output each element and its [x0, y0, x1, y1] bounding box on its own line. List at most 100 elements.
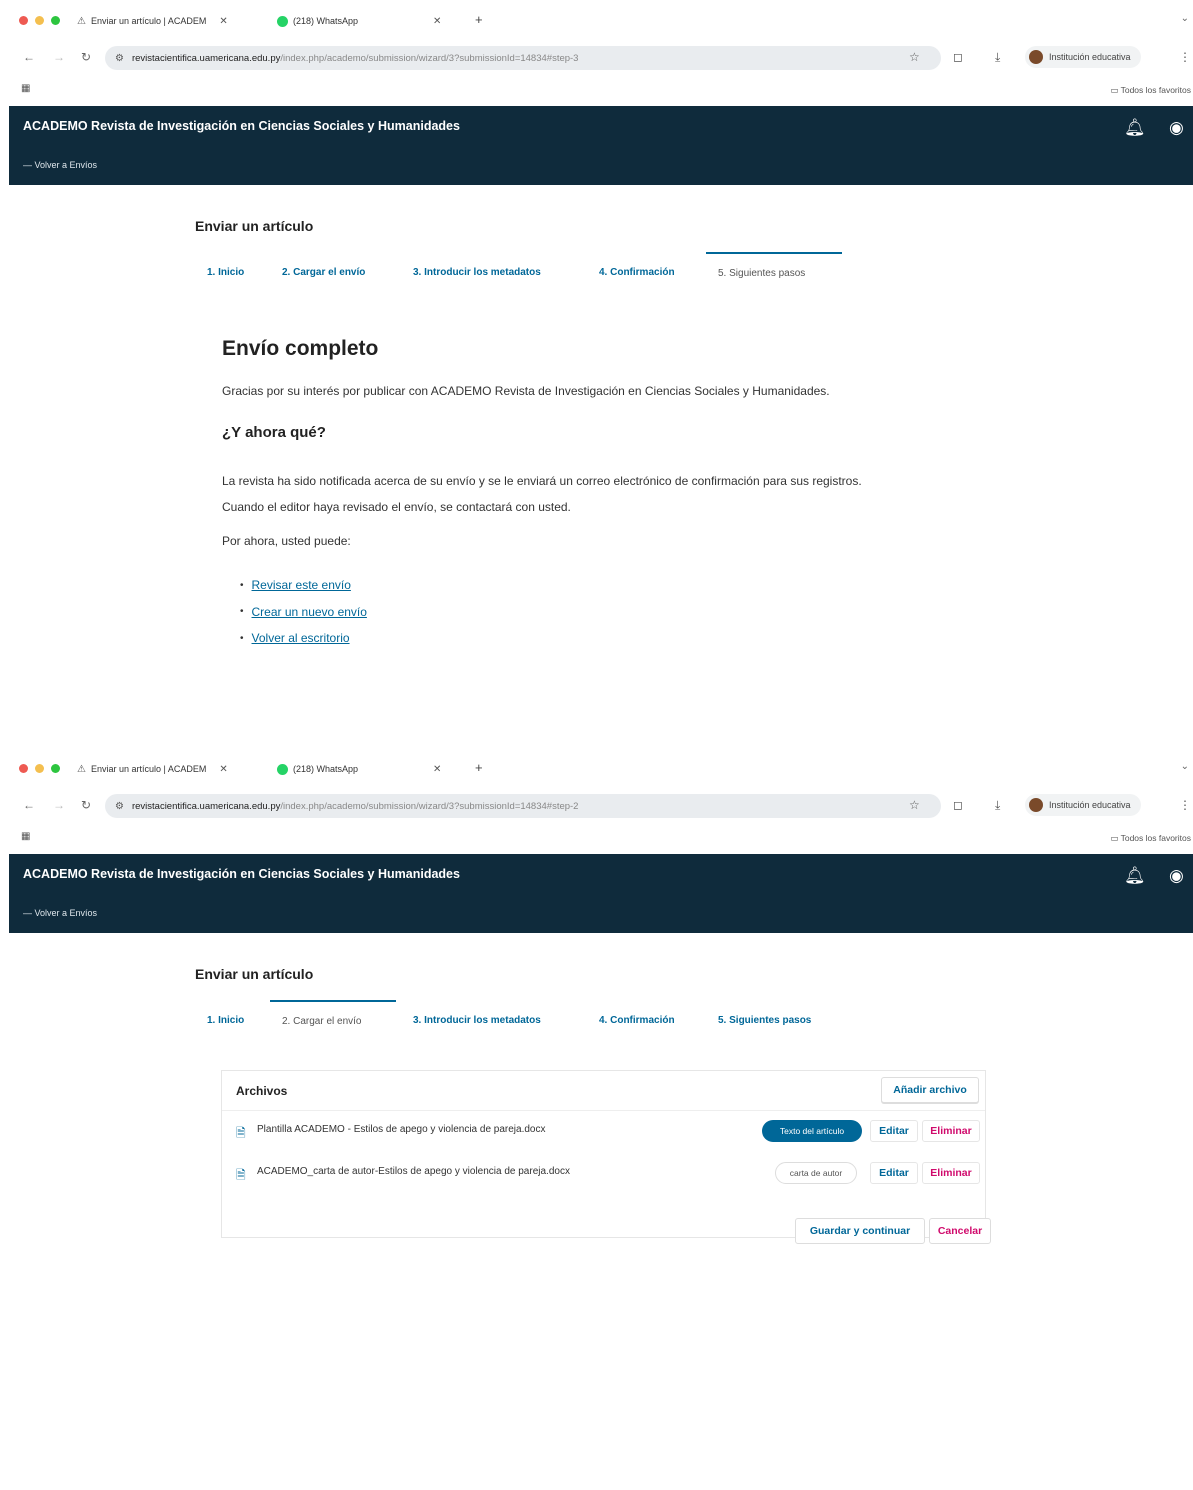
profile-chip[interactable]: Institución educativa	[1025, 794, 1141, 816]
profile-chip[interactable]: Institución educativa	[1025, 46, 1141, 68]
bookmark-star-icon[interactable]: ☆	[909, 50, 920, 64]
site-header: ACADEMO Revista de Investigación en Cien…	[9, 854, 1193, 933]
close-tab-icon[interactable]: ✕	[219, 16, 227, 27]
menu-kebab-icon[interactable]: ⋮	[1179, 798, 1191, 812]
page-title: Enviar un artículo	[195, 218, 314, 234]
user-icon[interactable]: ◉	[1169, 118, 1184, 138]
download-icon[interactable]: ⤓	[995, 798, 1000, 813]
maximize-window-icon[interactable]	[51, 16, 60, 25]
close-window-icon[interactable]	[19, 16, 28, 25]
file-name[interactable]: ACADEMO_carta de autor-Estilos de apego …	[257, 1166, 570, 1177]
back-arrow-icon[interactable]: ←	[23, 50, 35, 64]
file-type-badge: Texto del artículo	[762, 1120, 862, 1142]
url-input[interactable]: ⚙ revistacientifica.uamericana.edu.py /i…	[105, 794, 941, 818]
browser-tab-whatsapp[interactable]: (218) WhatsApp ✕	[277, 12, 441, 30]
tab-confirmacion[interactable]: 4. Confirmación	[587, 252, 687, 292]
url-path: /index.php/academo/submission/wizard/3?s…	[280, 52, 579, 64]
list-item: • Volver al escritorio	[240, 625, 367, 652]
tab-cargar-envio[interactable]: 2. Cargar el envío	[270, 252, 377, 292]
browser-tab-whatsapp[interactable]: (218) WhatsApp ✕	[277, 760, 441, 778]
user-icon[interactable]: ◉	[1169, 866, 1184, 886]
edit-file-button[interactable]: Editar	[870, 1162, 918, 1184]
apps-grid-icon[interactable]: ▦	[21, 831, 30, 842]
all-bookmarks-label: Todos los favoritos	[1120, 833, 1191, 843]
tab-inicio[interactable]: 1. Inicio	[195, 252, 256, 292]
all-bookmarks-folder[interactable]: ▭ Todos los favoritos	[1110, 85, 1191, 96]
extensions-icon[interactable]: ◻	[953, 798, 963, 812]
back-to-submissions-link[interactable]: — Volver a Envíos	[23, 908, 97, 918]
bookmark-star-icon[interactable]: ☆	[909, 798, 920, 812]
maximize-window-icon[interactable]	[51, 764, 60, 773]
apps-grid-icon[interactable]: ▦	[21, 83, 30, 94]
delete-file-button[interactable]: Eliminar	[922, 1162, 980, 1184]
bookmarks-bar: ▦ ▭ Todos los favoritos	[9, 830, 1193, 848]
site-title: ACADEMO Revista de Investigación en Cien…	[23, 867, 460, 881]
all-bookmarks-folder[interactable]: ▭ Todos los favoritos	[1110, 833, 1191, 844]
chevron-down-icon[interactable]: ⌄	[1181, 761, 1189, 772]
table-row: 🗎 Plantilla ACADEMO - Estilos de apego y…	[222, 1111, 985, 1151]
bullet: •	[240, 606, 244, 618]
file-name[interactable]: Plantilla ACADEMO - Estilos de apego y v…	[257, 1124, 545, 1135]
download-icon[interactable]: ⤓	[995, 50, 1000, 65]
chevron-down-icon[interactable]: ⌄	[1181, 13, 1189, 24]
tab-siguientes-pasos[interactable]: 5. Siguientes pasos	[706, 1000, 823, 1040]
tab-confirmacion[interactable]: 4. Confirmación	[587, 1000, 687, 1040]
bullet: •	[240, 579, 244, 591]
minimize-window-icon[interactable]	[35, 16, 44, 25]
address-bar: ← → ↻ ⚙ revistacientifica.uamericana.edu…	[9, 44, 1193, 72]
new-submission-link[interactable]: Crear un nuevo envío	[252, 605, 367, 619]
extensions-icon[interactable]: ◻	[953, 50, 963, 64]
profile-label: Institución educativa	[1049, 52, 1131, 62]
new-tab-icon[interactable]: +	[475, 760, 483, 775]
completion-panel: Envío completo Gracias por su interés po…	[195, 292, 1017, 688]
add-file-button[interactable]: Añadir archivo	[881, 1077, 979, 1103]
tab-metadatos[interactable]: 3. Introducir los metadatos	[401, 1000, 553, 1040]
url-host: revistacientifica.uamericana.edu.py	[131, 52, 281, 64]
tab-title: Enviar un artículo | ACADEM	[90, 16, 207, 26]
forward-arrow-icon[interactable]: →	[53, 50, 65, 64]
reload-icon[interactable]: ↻	[81, 50, 91, 64]
thanks-text: Gracias por su interés por publicar con …	[222, 384, 830, 398]
review-submission-link[interactable]: Revisar este envío	[252, 578, 351, 592]
bookmarks-bar: ▦ ▭ Todos los favoritos	[9, 82, 1193, 100]
bell-icon[interactable]: 🔔︎	[1124, 866, 1146, 886]
back-to-submissions-link[interactable]: — Volver a Envíos	[23, 160, 97, 170]
bell-icon[interactable]: 🔔︎	[1124, 118, 1146, 138]
url-input[interactable]: ⚙ revistacientifica.uamericana.edu.py /i…	[105, 46, 941, 70]
notified-line: Cuando el editor haya revisado el envío,…	[222, 500, 571, 514]
forward-arrow-icon[interactable]: →	[53, 798, 65, 812]
delete-file-button[interactable]: Eliminar	[922, 1120, 980, 1142]
files-grid: Archivos Añadir archivo 🗎 Plantilla ACAD…	[221, 1070, 986, 1238]
file-icon: 🗎	[236, 1126, 246, 1140]
wizard-tabs: 1. Inicio 2. Cargar el envío 3. Introduc…	[195, 1000, 855, 1040]
site-settings-icon[interactable]: ⚙	[115, 801, 124, 812]
tab-siguientes-pasos[interactable]: 5. Siguientes pasos	[706, 252, 842, 292]
close-window-icon[interactable]	[19, 764, 28, 773]
save-continue-button[interactable]: Guardar y continuar	[795, 1218, 925, 1244]
reload-icon[interactable]: ↻	[81, 798, 91, 812]
tab-metadatos[interactable]: 3. Introducir los metadatos	[401, 252, 553, 292]
close-tab-icon[interactable]: ✕	[433, 764, 441, 775]
site-settings-icon[interactable]: ⚙	[115, 53, 124, 64]
browser-tab-active[interactable]: ⚠ Enviar un artículo | ACADEM ✕	[77, 12, 228, 30]
dashboard-link[interactable]: Volver al escritorio	[252, 631, 350, 645]
browser-tab-bar: ⚠ Enviar un artículo | ACADEM ✕ (218) Wh…	[9, 10, 1193, 32]
back-arrow-icon[interactable]: ←	[23, 798, 35, 812]
list-item: • Revisar este envío	[240, 572, 367, 599]
site-header: ACADEMO Revista de Investigación en Cien…	[9, 106, 1193, 185]
close-tab-icon[interactable]: ✕	[219, 764, 227, 775]
url-host: revistacientifica.uamericana.edu.py	[131, 800, 281, 812]
url-path: /index.php/academo/submission/wizard/3?s…	[280, 800, 579, 812]
tab-cargar-envio[interactable]: 2. Cargar el envío	[270, 1000, 396, 1040]
browser-tab-active[interactable]: ⚠ Enviar un artículo | ACADEM ✕	[77, 760, 228, 778]
menu-kebab-icon[interactable]: ⋮	[1179, 50, 1191, 64]
new-tab-icon[interactable]: +	[475, 12, 483, 27]
minimize-window-icon[interactable]	[35, 764, 44, 773]
close-tab-icon[interactable]: ✕	[433, 16, 441, 27]
file-icon: 🗎	[236, 1168, 246, 1182]
tab-inicio[interactable]: 1. Inicio	[195, 1000, 256, 1040]
completion-heading: Envío completo	[222, 337, 379, 360]
edit-file-button[interactable]: Editar	[870, 1120, 918, 1142]
wizard-tabs: 1. Inicio 2. Cargar el envío 3. Introduc…	[195, 252, 855, 292]
cancel-button[interactable]: Cancelar	[929, 1218, 991, 1244]
